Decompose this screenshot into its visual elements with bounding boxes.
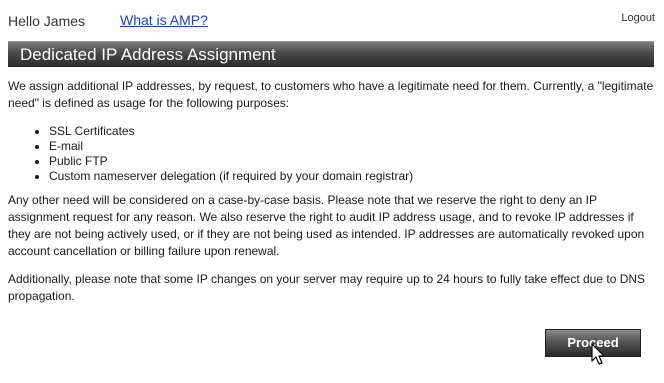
greeting-text: Hello James [8,13,86,29]
purpose-list: SSL Certificates E-mail Public FTP Custo… [8,124,656,184]
mouse-pointer-icon [591,343,605,365]
propagation-note-paragraph: Additionally, please note that some IP c… [8,272,646,303]
list-item: E-mail [49,139,656,154]
list-item: SSL Certificates [49,124,656,139]
policy-paragraph: Any other need will be considered on a c… [8,193,645,258]
intro-paragraph: We assign additional IP addresses, by re… [8,79,654,110]
page: Hello James What is AMP? Logout Dedicate… [0,0,664,383]
logout-link[interactable]: Logout [621,12,655,24]
section-title-bar: Dedicated IP Address Assignment [8,41,654,67]
list-item: Custom nameserver delegation (if require… [49,169,656,184]
page-title: Dedicated IP Address Assignment [20,45,276,64]
content-body: We assign additional IP addresses, by re… [8,78,656,305]
top-bar: Hello James What is AMP? Logout [0,0,664,40]
list-item: Public FTP [49,154,656,169]
what-is-amp-link[interactable]: What is AMP? [120,12,208,28]
